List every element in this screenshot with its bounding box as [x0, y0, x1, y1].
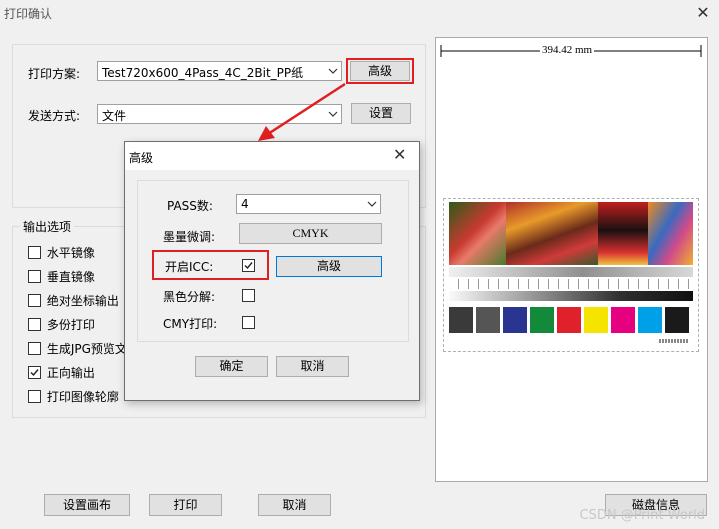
output-option[interactable]: 正向输出: [28, 364, 95, 381]
set-canvas-button[interactable]: 设置画布: [44, 494, 130, 516]
send-select-value: 文件: [102, 109, 127, 123]
output-option[interactable]: 打印图像轮廓: [28, 388, 119, 405]
footer-marks: [659, 339, 689, 343]
output-option[interactable]: 多份打印: [28, 316, 95, 333]
swatch: [638, 307, 662, 333]
checkbox[interactable]: [28, 390, 41, 403]
dialog-cancel-button[interactable]: 取消: [276, 356, 349, 377]
send-label: 发送方式:: [28, 109, 81, 123]
plan-select[interactable]: Test720x600_4Pass_4C_2Bit_PP纸: [97, 61, 342, 81]
photo-strip: [449, 202, 693, 265]
pass-select-value: 4: [241, 197, 249, 211]
swatch: [503, 307, 527, 333]
checkbox[interactable]: [28, 246, 41, 259]
print-image: [443, 198, 699, 352]
output-option-label: 正向输出: [46, 366, 95, 380]
ink-label: 墨量微调:: [163, 230, 216, 244]
cmy-checkbox[interactable]: [242, 316, 255, 329]
pass-label: PASS数:: [167, 199, 213, 213]
checkbox[interactable]: [28, 294, 41, 307]
output-group-label: 输出选项: [20, 218, 75, 235]
print-button[interactable]: 打印: [149, 494, 222, 516]
print-preview-panel[interactable]: 394.42 mm: [435, 37, 708, 482]
gradient-bar-1: [449, 267, 693, 277]
width-dimension-label: 394.42 mm: [540, 44, 595, 56]
photo-1: [449, 202, 506, 265]
checkmark-icon: [30, 369, 39, 377]
dialog-ok-button[interactable]: 确定: [195, 356, 268, 377]
close-icon[interactable]: ✕: [692, 2, 714, 24]
advanced-dialog: 高级 ✕ PASS数: 4 墨量微调: CMYK 开启ICC: 高级 黑色分解:…: [124, 141, 420, 401]
checkbox[interactable]: [28, 342, 41, 355]
output-option-label: 垂直镜像: [46, 270, 95, 284]
swatch: [611, 307, 635, 333]
swatch: [557, 307, 581, 333]
dialog-close-icon[interactable]: ✕: [393, 145, 406, 164]
checkbox[interactable]: [28, 318, 41, 331]
checkbox[interactable]: [28, 366, 41, 379]
checkbox[interactable]: [28, 270, 41, 283]
black-checkbox[interactable]: [242, 289, 255, 302]
swatch: [665, 307, 689, 333]
color-swatches: [449, 307, 693, 333]
send-select[interactable]: 文件: [97, 104, 342, 124]
black-label: 黑色分解:: [163, 290, 216, 304]
cmy-label: CMY打印:: [163, 317, 218, 331]
swatch: [449, 307, 473, 333]
output-option-label: 绝对坐标输出: [46, 294, 119, 308]
output-option-label: 打印图像轮廓: [46, 390, 119, 404]
window-title: 打印确认: [4, 7, 53, 21]
chevron-down-icon: [367, 201, 377, 207]
watermark: CSDN @Print World: [579, 508, 706, 523]
output-option[interactable]: 绝对坐标输出: [28, 292, 119, 309]
photo-3: [598, 202, 648, 265]
plan-select-value: Test720x600_4Pass_4C_2Bit_PP纸: [102, 66, 304, 80]
send-settings-button[interactable]: 设置: [351, 103, 411, 124]
icc-advanced-button[interactable]: 高级: [276, 256, 382, 277]
photo-2: [506, 202, 598, 265]
plan-advanced-button[interactable]: 高级: [350, 61, 410, 81]
plan-label: 打印方案:: [28, 67, 81, 81]
dialog-titlebar: 高级 ✕: [125, 142, 419, 170]
output-option[interactable]: 水平镜像: [28, 244, 95, 261]
tick-strip: [449, 279, 693, 289]
icc-label: 开启ICC:: [165, 260, 214, 274]
cmyk-button[interactable]: CMYK: [239, 223, 382, 244]
swatch: [530, 307, 554, 333]
photo-4: [648, 202, 693, 265]
swatch: [476, 307, 500, 333]
checkmark-icon: [244, 262, 253, 270]
dialog-title: 高级: [129, 151, 154, 165]
chevron-down-icon: [328, 68, 338, 74]
output-option[interactable]: 垂直镜像: [28, 268, 95, 285]
cancel-button[interactable]: 取消: [258, 494, 331, 516]
gradient-bar-2: [449, 291, 693, 301]
output-option-label: 水平镜像: [46, 246, 95, 260]
chevron-down-icon: [328, 111, 338, 117]
swatch: [584, 307, 608, 333]
output-option[interactable]: 生成JPG预览文件: [28, 340, 139, 357]
output-option-label: 多份打印: [46, 318, 95, 332]
pass-select[interactable]: 4: [236, 194, 381, 214]
icc-checkbox[interactable]: [242, 259, 255, 272]
